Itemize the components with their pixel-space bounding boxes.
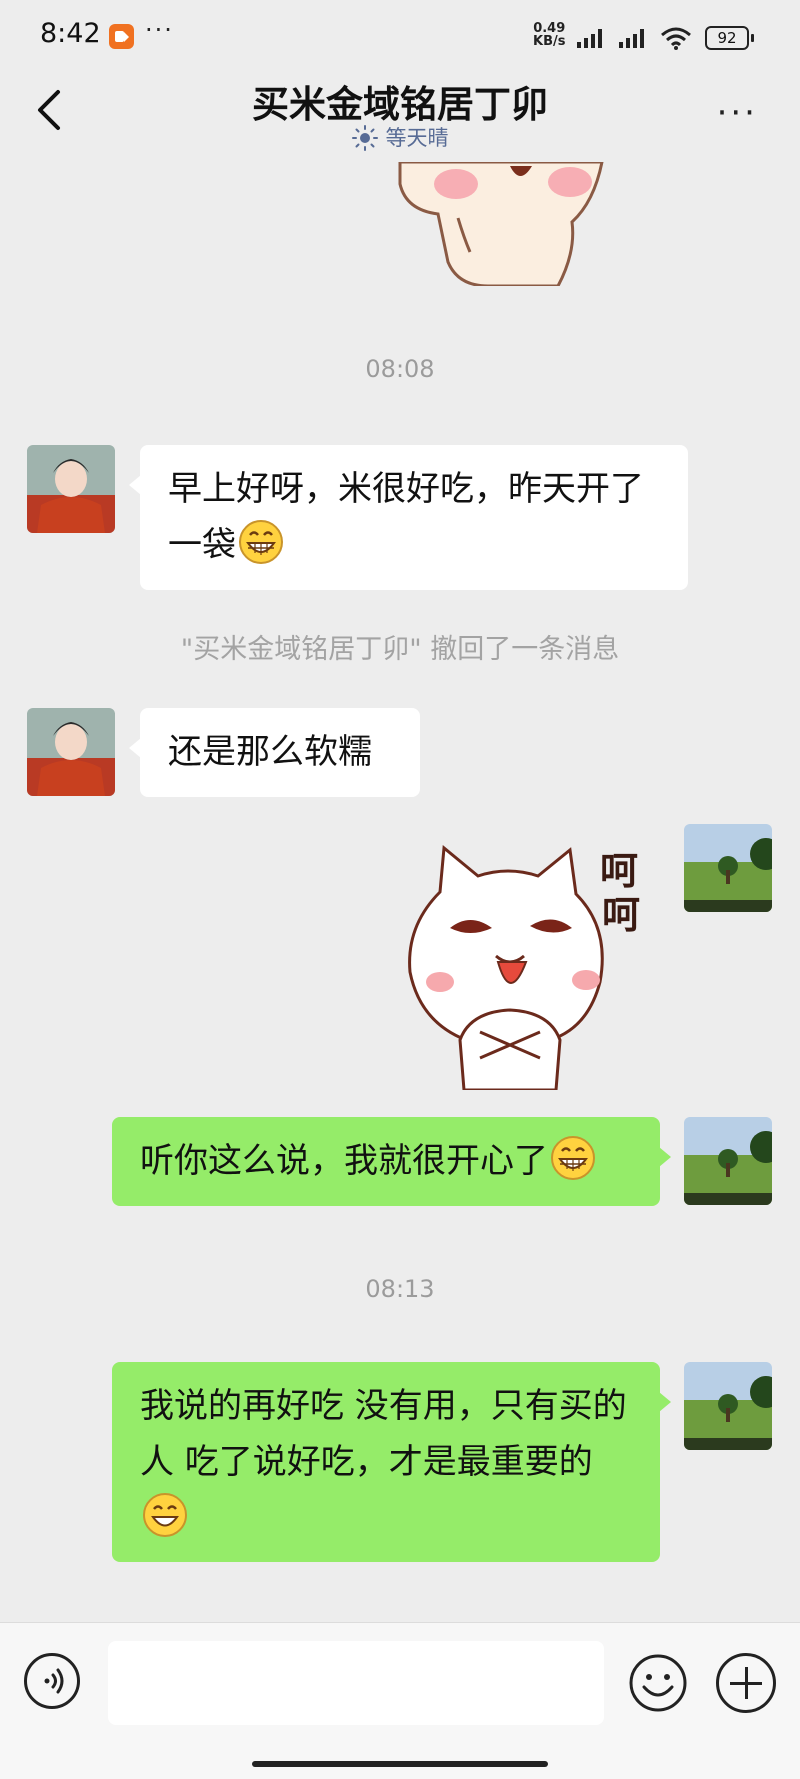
chat-header: 买米金域铭居丁卯 等天晴 ··· xyxy=(0,70,800,162)
status-subtitle-text: 等天晴 xyxy=(385,126,449,150)
message-bubble-received[interactable]: 早上好呀，米很好吃，昨天开了一袋 xyxy=(129,445,688,590)
my-avatar[interactable] xyxy=(684,1362,772,1450)
more-icon[interactable]: ··· xyxy=(717,96,758,130)
sticker-bear-partial[interactable] xyxy=(398,162,608,286)
chat-area[interactable]: 08:08 早上好呀，米很好吃，昨天开了一袋 "买米金域铭居丁卯" 撤回了一条消… xyxy=(0,162,800,1622)
plus-icon[interactable] xyxy=(716,1653,776,1713)
message-input[interactable] xyxy=(108,1641,604,1725)
message-text: 还是那么软糯 xyxy=(168,732,372,772)
wifi-icon xyxy=(661,27,691,50)
battery-indicator: 92 xyxy=(705,26,754,50)
my-avatar[interactable] xyxy=(684,1117,772,1205)
smile-emoji-icon xyxy=(143,1493,187,1537)
status-subtitle: 等天晴 xyxy=(0,122,800,152)
status-more-icon: ··· xyxy=(145,16,174,44)
message-text: 我说的再好吃 没有用，只有买的人 吃了说好吃，才是最重要的 xyxy=(140,1386,627,1482)
screen-record-icon xyxy=(109,24,134,49)
home-indicator[interactable] xyxy=(252,1761,548,1767)
network-speed: 0.49 KB/s xyxy=(533,22,565,48)
message-text: 听你这么说，我就很开心了 xyxy=(140,1141,548,1181)
grin-emoji-icon xyxy=(551,1136,595,1180)
avatar[interactable] xyxy=(27,445,115,533)
emoji-icon[interactable] xyxy=(628,1653,688,1713)
sticker-cat-laughing[interactable]: 呵 呵 xyxy=(400,832,650,1090)
timestamp: 08:13 xyxy=(365,1275,435,1303)
network-speed-unit: KB/s xyxy=(533,34,566,49)
message-bubble-received[interactable]: 还是那么软糯 xyxy=(129,708,420,797)
voice-icon[interactable] xyxy=(24,1653,80,1709)
chat-title: 买米金域铭居丁卯 xyxy=(252,83,548,126)
sticker-text: 呵 xyxy=(602,893,640,937)
sun-icon xyxy=(351,125,378,151)
grin-emoji-icon xyxy=(239,520,283,564)
signal-icon xyxy=(577,29,602,48)
status-bar: 8:42 ··· 0.49 KB/s 92 xyxy=(0,0,800,70)
recall-notice: "买米金域铭居丁卯" 撤回了一条消息 xyxy=(180,634,620,665)
signal-icon xyxy=(619,29,644,48)
input-bar xyxy=(0,1622,800,1779)
message-bubble-sent[interactable]: 听你这么说，我就很开心了 xyxy=(112,1117,671,1206)
status-time: 8:42 xyxy=(40,18,101,49)
sticker-text: 呵 xyxy=(600,849,638,893)
message-bubble-sent[interactable]: 我说的再好吃 没有用，只有买的人 吃了说好吃，才是最重要的 xyxy=(112,1362,671,1562)
my-avatar[interactable] xyxy=(684,824,772,912)
timestamp: 08:08 xyxy=(365,355,435,383)
avatar[interactable] xyxy=(27,708,115,796)
